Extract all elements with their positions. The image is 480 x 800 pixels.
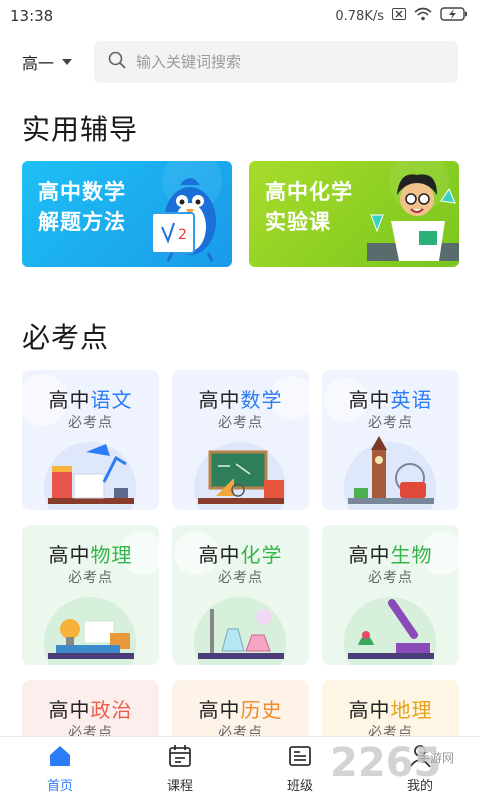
nav-label: 班级	[286, 779, 313, 794]
subject-name-main: 数学	[240, 388, 283, 412]
section-title-tutoring: 实用辅导	[22, 113, 139, 146]
header: 高一	[0, 40, 480, 84]
subject-name: 高中语文	[22, 384, 159, 413]
battery-charging-icon	[440, 7, 468, 25]
subject-name-main: 英语	[390, 388, 433, 412]
subject-card-chinese[interactable]: 高中语文 必考点	[22, 370, 159, 510]
tutoring-title-line1: 高中数学	[38, 180, 126, 204]
subject-name-main: 化学	[240, 543, 283, 567]
subject-name-prefix: 高中	[198, 543, 241, 567]
subject-name: 高中地理	[322, 694, 459, 723]
nav-item-courses[interactable]: 课程	[120, 737, 240, 800]
subject-subtitle: 必考点	[218, 570, 263, 586]
caret-down-icon	[62, 59, 73, 65]
subject-subtitle: 必考点	[368, 570, 413, 586]
wifi-icon	[414, 7, 432, 25]
nav-item-home[interactable]: 首页	[0, 737, 120, 800]
subject-name-prefix: 高中	[48, 698, 91, 722]
subject-subtitle: 必考点	[368, 415, 413, 431]
subject-name: 高中英语	[322, 384, 459, 413]
tutoring-title-line2: 实验课	[265, 210, 331, 234]
status-time: 13:38	[10, 7, 54, 25]
subject-name-main: 政治	[90, 698, 133, 722]
section-title-key-points: 必考点	[22, 321, 110, 354]
subject-card-physics[interactable]: 高中物理 必考点	[22, 525, 159, 665]
subject-subtitle: 必考点	[218, 415, 263, 431]
calendar-icon	[167, 743, 193, 773]
subject-name: 高中数学	[172, 384, 309, 413]
subject-card-chemistry[interactable]: 高中化学 必考点	[172, 525, 309, 665]
status-bar: 13:38 0.78K/s	[0, 0, 480, 32]
subject-name-main: 历史	[240, 698, 283, 722]
tutoring-card-chemistry[interactable]: 高中化学 实验课	[249, 161, 459, 267]
search-input[interactable]	[136, 53, 416, 71]
subject-name: 高中历史	[172, 694, 309, 723]
tutoring-title-line2: 解题方法	[38, 210, 126, 234]
subject-name-prefix: 高中	[198, 698, 241, 722]
subject-name-prefix: 高中	[48, 543, 91, 567]
svg-text:2: 2	[178, 227, 187, 243]
subject-name: 高中生物	[322, 539, 459, 568]
search-icon	[108, 51, 126, 73]
tutoring-title: 高中化学 实验课	[265, 177, 353, 237]
tutoring-card-math[interactable]: 2 高中数学 解题方法	[22, 161, 232, 267]
subject-card-math[interactable]: 高中数学 必考点	[172, 370, 309, 510]
subject-name-prefix: 高中	[48, 388, 91, 412]
tutoring-title: 高中数学 解题方法	[38, 177, 126, 237]
subject-name-main: 物理	[90, 543, 133, 567]
status-icons: 0.78K/s	[335, 7, 468, 25]
subject-name-prefix: 高中	[348, 543, 391, 567]
home-icon	[47, 743, 73, 773]
nav-label: 课程	[166, 779, 193, 794]
subject-card-english[interactable]: 高中英语 必考点	[322, 370, 459, 510]
subject-name: 高中政治	[22, 694, 159, 723]
network-speed: 0.78K/s	[335, 8, 384, 24]
id-card-icon	[287, 743, 313, 773]
subject-name-prefix: 高中	[348, 388, 391, 412]
search-box[interactable]	[94, 41, 458, 83]
subject-subtitle: 必考点	[68, 570, 113, 586]
grade-selector[interactable]: 高一	[22, 50, 92, 74]
tutoring-title-line1: 高中化学	[265, 180, 353, 204]
subject-subtitle: 必考点	[68, 415, 113, 431]
nav-label: 首页	[46, 779, 73, 794]
subject-name-main: 语文	[90, 388, 133, 412]
grade-label: 高一	[22, 54, 55, 73]
watermark-text: 手游网	[418, 751, 455, 765]
subject-name-main: 生物	[390, 543, 433, 567]
subject-card-biology[interactable]: 高中生物 必考点	[322, 525, 459, 665]
subject-name-main: 地理	[390, 698, 433, 722]
subject-name-prefix: 高中	[198, 388, 241, 412]
subject-name: 高中物理	[22, 539, 159, 568]
subject-name-prefix: 高中	[348, 698, 391, 722]
sim-off-icon	[392, 8, 406, 24]
subject-name: 高中化学	[172, 539, 309, 568]
